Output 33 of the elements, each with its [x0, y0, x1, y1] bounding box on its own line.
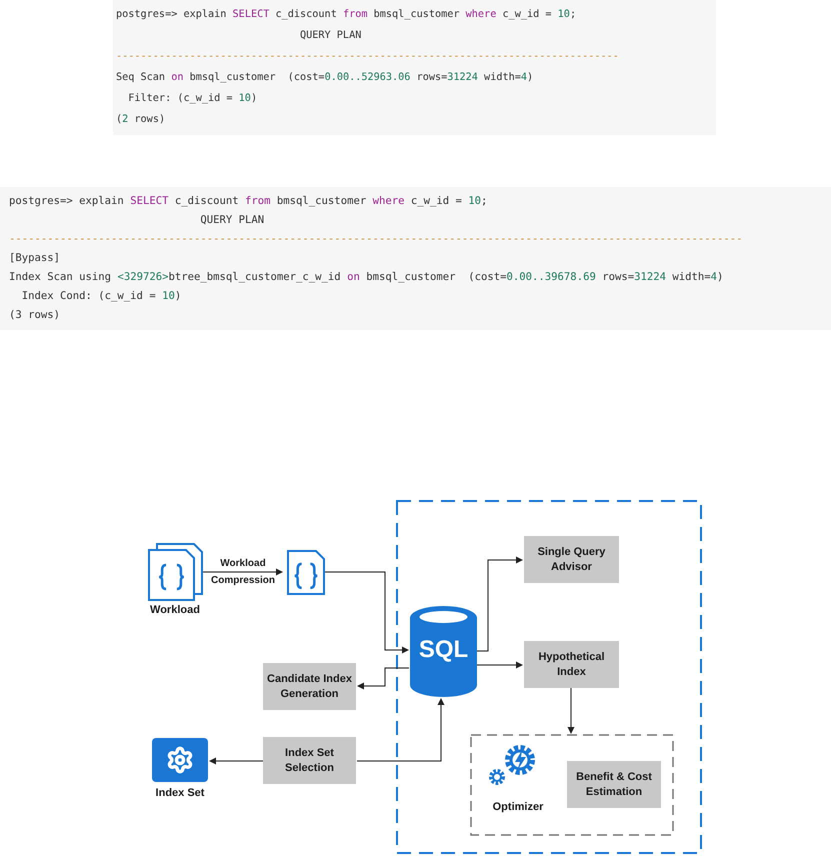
code-line: ------------------------------------------------------------------------------------------------------------------- — [9, 232, 742, 247]
process-box: Index Set Selection — [263, 737, 356, 784]
connector-arrow — [568, 688, 574, 734]
database-icon — [410, 606, 477, 697]
node-label: Index Set — [154, 786, 206, 800]
connector-arrow — [209, 758, 264, 764]
process-box: Hypothetical Index — [524, 641, 619, 688]
code-line: QUERY PLAN — [299, 29, 362, 43]
code-line: postgres=> explain SELECT c_discount from bmsql_customer where c_w_id = 10; — [9, 194, 488, 209]
gear-icon — [166, 746, 194, 774]
arrow-label: Workload — [219, 558, 267, 570]
code-line: (2 rows) — [116, 113, 166, 127]
code-line: postgres=> explain SELECT c_discount from bmsql_customer where c_w_id = 10; — [116, 8, 576, 22]
code-line: [Bypass] — [9, 251, 60, 266]
process-box: Single Query Advisor — [524, 536, 619, 583]
code-files-icon — [148, 543, 203, 601]
code-line: QUERY PLAN — [199, 213, 264, 228]
process-box: Candidate Index Generation — [263, 663, 356, 710]
code-file-icon — [287, 550, 325, 595]
code-line: (3 rows) — [9, 308, 60, 323]
node-label: Optimizer — [492, 800, 544, 814]
code-line: Index Scan using <329726>btree_bmsql_customer_c_w_id on bmsql_customer (cost=0.00..39678.69 rows=31224 width=4) — [9, 270, 724, 285]
process-box: Benefit & Cost Estimation — [567, 761, 661, 808]
connector-arrow — [357, 668, 410, 690]
code-line: Seq Scan on bmsql_customer (cost=0.00..52963.06 rows=31224 width=4) — [116, 71, 534, 85]
node-label: Workload — [149, 603, 201, 617]
code-line: Filter: (c_w_id = 10) — [127, 92, 258, 106]
code-line: Index Cond: (c_w_id = 10) — [20, 289, 182, 304]
connector-arrow — [476, 662, 523, 668]
arrow-label: Compression — [210, 575, 276, 587]
code-line: ---------------------------------------------------------------------------------- — [116, 50, 619, 64]
optimizer-gear-icon — [489, 745, 535, 785]
database-label: SQL — [418, 635, 470, 665]
